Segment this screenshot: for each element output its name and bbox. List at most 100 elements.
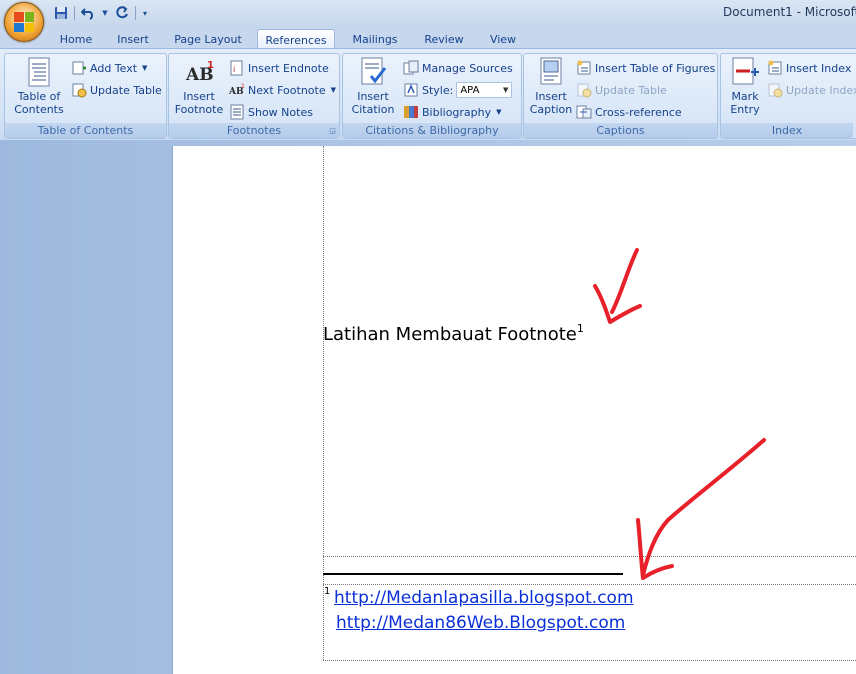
manage-sources-button[interactable]: Manage Sources [403, 58, 513, 78]
group-label: Footnotes [169, 123, 339, 138]
footnote-separator [323, 573, 623, 575]
style-value: APA [460, 84, 480, 96]
caption-icon [535, 56, 567, 88]
cross-reference-button[interactable]: Cross-reference [576, 102, 682, 122]
chevron-down-icon: ▼ [142, 64, 148, 72]
save-icon[interactable] [52, 4, 70, 22]
toolbar-separator [74, 6, 75, 20]
endnote-icon: i [229, 60, 245, 76]
cross-reference-label: Cross-reference [595, 105, 682, 119]
mark-entry-button[interactable]: Mark Entry [723, 56, 767, 116]
tab-mailings[interactable]: Mailings [344, 29, 406, 49]
dropdown-caret-icon[interactable]: ▼ [101, 4, 109, 22]
style-selector: Style: APA ▼ [403, 80, 513, 100]
tab-review[interactable]: Review [416, 29, 472, 49]
group-table-of-contents: Table of Contents Add Text ▼ Update Table… [4, 53, 167, 139]
footnote-number: 1 [324, 586, 331, 597]
next-footnote-icon: AB 1 [228, 82, 245, 98]
svg-text:1: 1 [207, 60, 214, 71]
insert-endnote-button[interactable]: i Insert Endnote [229, 58, 329, 78]
quick-access-toolbar: ▼ ▾ [52, 4, 150, 22]
group-label: Citations & Bibliography [343, 123, 521, 138]
manage-sources-label: Manage Sources [422, 61, 513, 75]
redo-icon[interactable] [113, 4, 131, 22]
undo-icon[interactable] [79, 4, 97, 22]
body-sentence: Latihan Membauat Footnote [323, 324, 577, 345]
insert-table-of-figures-label: Insert Table of Figures [595, 61, 716, 75]
insert-footnote-label: Insert Footnote [174, 90, 224, 116]
office-button[interactable] [4, 2, 44, 42]
insert-index-button[interactable]: Insert Index [767, 58, 851, 78]
style-dropdown[interactable]: APA ▼ [456, 82, 513, 98]
title-bar: ▼ ▾ Document1 - Microsoft W [0, 0, 856, 27]
svg-text:i: i [233, 65, 235, 74]
table-of-contents-icon [23, 56, 55, 88]
update-table-figures-label: Update Table [595, 83, 667, 97]
group-citations-bibliography: Insert Citation Manage Sources Style: AP… [342, 53, 522, 139]
office-logo-icon [14, 12, 34, 32]
update-table-figures-button[interactable]: Update Table [576, 80, 667, 100]
group-label: Index [721, 123, 853, 138]
style-icon [403, 82, 419, 98]
next-footnote-label: Next Footnote [248, 83, 326, 97]
footnote-icon: AB 1 [183, 56, 215, 88]
update-index-label: Update Index [786, 83, 856, 97]
dialog-launcher-icon[interactable]: ◲ [328, 127, 337, 136]
insert-caption-button[interactable]: Insert Caption [526, 56, 576, 116]
next-footnote-button[interactable]: AB 1 Next Footnote ▼ [228, 80, 337, 100]
footnote-link[interactable]: http://Medanlapasilla.blogspot.com [334, 588, 634, 608]
footnote-reference-mark[interactable]: 1 [577, 322, 584, 335]
ribbon-tab-bar: Home Insert Page Layout References Maili… [0, 27, 856, 50]
update-index-button[interactable]: Update Index [767, 80, 856, 100]
group-launcher-icon[interactable] [155, 127, 164, 136]
bibliography-icon [403, 104, 419, 120]
tab-insert[interactable]: Insert [108, 29, 158, 49]
text-boundary [323, 660, 856, 661]
show-notes-button[interactable]: Show Notes [229, 102, 313, 122]
ribbon: Table of Contents Add Text ▼ Update Table… [0, 48, 856, 141]
add-text-label: Add Text [90, 61, 138, 75]
tab-view[interactable]: View [482, 29, 524, 49]
insert-citation-label: Insert Citation [351, 90, 395, 116]
update-table-icon [71, 82, 87, 98]
chevron-down-icon: ▼ [330, 86, 337, 94]
bibliography-button[interactable]: Bibliography ▼ [403, 102, 502, 122]
update-table-icon [576, 82, 592, 98]
chevron-down-icon: ▼ [502, 86, 509, 94]
mark-entry-label: Mark Entry [730, 90, 760, 116]
update-index-icon [767, 82, 783, 98]
show-notes-label: Show Notes [248, 105, 313, 119]
insert-index-icon [767, 60, 783, 76]
group-label: Table of Contents [5, 123, 166, 138]
mark-entry-icon [729, 56, 761, 88]
show-notes-icon [229, 104, 245, 120]
insert-index-label: Insert Index [786, 61, 852, 75]
bibliography-label: Bibliography [422, 105, 492, 119]
text-boundary [323, 584, 856, 585]
tab-home[interactable]: Home [52, 29, 100, 49]
window-title: Document1 - Microsoft W [723, 5, 856, 19]
footnote-link[interactable]: http://Medan86Web.Blogspot.com [336, 613, 625, 633]
insert-caption-label: Insert Caption [529, 90, 573, 116]
cross-reference-icon [576, 104, 592, 120]
table-of-contents-button[interactable]: Table of Contents [11, 56, 67, 116]
chevron-down-icon: ▼ [496, 108, 502, 116]
update-table-label: Update Table [90, 83, 162, 97]
insert-footnote-button[interactable]: AB 1 Insert Footnote [173, 56, 225, 116]
group-captions: Insert Caption Insert Table of Figures U… [523, 53, 718, 139]
table-of-contents-label: Table of Contents [14, 90, 64, 116]
document-body-text[interactable]: Latihan Membauat Footnote1 [323, 322, 584, 345]
style-label: Style: [422, 83, 454, 97]
manage-sources-icon [403, 60, 419, 76]
tab-references[interactable]: References [257, 29, 335, 50]
customize-toolbar-icon[interactable]: ▾ [140, 4, 150, 22]
insert-citation-button[interactable]: Insert Citation [345, 56, 401, 116]
group-footnotes: AB 1 Insert Footnote i Insert Endnote AB 1… [168, 53, 340, 139]
tab-page-layout[interactable]: Page Layout [168, 29, 248, 49]
toolbar-separator [135, 6, 136, 20]
add-text-button[interactable]: Add Text ▼ [71, 58, 147, 78]
add-text-icon [71, 60, 87, 76]
update-table-button[interactable]: Update Table [71, 80, 162, 100]
svg-text:1: 1 [241, 83, 245, 90]
insert-table-of-figures-button[interactable]: Insert Table of Figures [576, 58, 715, 78]
